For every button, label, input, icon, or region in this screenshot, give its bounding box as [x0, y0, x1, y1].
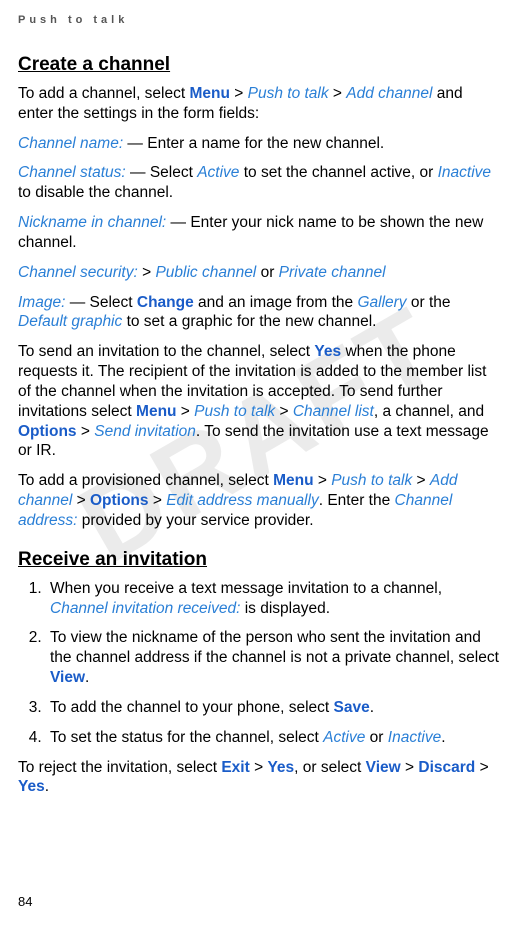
field-nickname: Nickname in channel: — Enter your nick n… — [18, 213, 502, 253]
menu-path: Add channel — [346, 85, 432, 102]
receive-steps: When you receive a text message invitati… — [18, 579, 502, 748]
section-title-receive: Receive an invitation — [18, 549, 502, 571]
page-content: Push to talk Create a channel To add a c… — [18, 14, 502, 797]
page-header: Push to talk — [18, 14, 502, 26]
menu-path: Menu — [189, 85, 229, 102]
section-title-create: Create a channel — [18, 54, 502, 76]
field-image: Image: — Select Change and an image from… — [18, 293, 502, 333]
reject-invitation: To reject the invitation, select Exit > … — [18, 758, 502, 798]
field-channel-status: Channel status: — Select Active to set t… — [18, 163, 502, 203]
field-security: Channel security: > Public channel or Pr… — [18, 263, 502, 283]
send-invitation: To send an invitation to the channel, se… — [18, 342, 502, 461]
list-item: To view the nickname of the person who s… — [46, 628, 502, 687]
list-item: When you receive a text message invitati… — [46, 579, 502, 619]
field-channel-name: Channel name: — Enter a name for the new… — [18, 134, 502, 154]
page-number: 84 — [18, 894, 32, 909]
create-intro: To add a channel, select Menu > Push to … — [18, 84, 502, 124]
list-item: To set the status for the channel, selec… — [46, 728, 502, 748]
list-item: To add the channel to your phone, select… — [46, 698, 502, 718]
menu-path: Push to talk — [248, 85, 329, 102]
provisioned-channel: To add a provisioned channel, select Men… — [18, 471, 502, 530]
